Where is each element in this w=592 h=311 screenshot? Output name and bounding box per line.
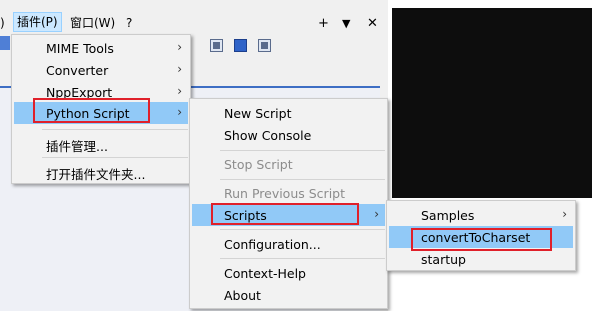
menu-bar: ) 插件(P) 窗口(W) ? xyxy=(0,12,388,33)
menu-item-about[interactable]: About xyxy=(192,284,385,306)
menu-item-label: MIME Tools xyxy=(46,41,114,56)
menu-item-label: Run Previous Script xyxy=(224,186,345,201)
menu-item-label: Show Console xyxy=(224,128,312,143)
menu-window[interactable]: 窗口(W) xyxy=(70,13,115,33)
menu-item-label: 插件管理... xyxy=(46,139,108,154)
menu-separator xyxy=(220,258,385,259)
menu-item-startup[interactable]: startup xyxy=(389,248,573,270)
save-macro-icon[interactable] xyxy=(258,39,271,52)
menu-item-label: startup xyxy=(421,252,466,267)
menu-item-samples[interactable]: Samples › xyxy=(389,204,573,226)
menu-item-label: Configuration... xyxy=(224,237,321,252)
callout-convert-to-charset xyxy=(411,228,552,251)
menu-help[interactable]: ? xyxy=(126,13,132,33)
menu-item-show-console[interactable]: Show Console xyxy=(192,124,385,146)
menu-separator xyxy=(220,229,385,230)
menu-item-converter[interactable]: Converter › xyxy=(14,59,188,81)
menu-item-configuration[interactable]: Configuration... xyxy=(192,233,385,255)
close-button[interactable]: ✕ xyxy=(367,16,378,31)
menu-item-plugin-manager[interactable]: 插件管理... xyxy=(14,132,188,154)
chevron-right-icon: › xyxy=(374,207,379,221)
menu-item-label: About xyxy=(224,288,261,303)
menu-separator xyxy=(220,179,385,180)
dark-panel xyxy=(392,8,592,198)
menu-item-new-script[interactable]: New Script xyxy=(192,102,385,124)
menu-item-mime-tools[interactable]: MIME Tools › xyxy=(14,37,188,59)
menu-item-label: Converter xyxy=(46,63,109,78)
background-window xyxy=(388,0,592,198)
menu-item-context-help[interactable]: Context-Help xyxy=(192,262,385,284)
chevron-right-icon: › xyxy=(177,62,182,76)
chevron-right-icon: › xyxy=(177,40,182,54)
add-tab-button[interactable]: + xyxy=(318,16,329,31)
chevron-right-icon: › xyxy=(177,84,182,98)
menu-separator xyxy=(42,129,188,130)
menu-fragment: ) xyxy=(0,16,5,30)
dropdown-button[interactable]: ▼ xyxy=(342,17,350,30)
chevron-right-icon: › xyxy=(177,105,182,119)
menu-item-open-plugins-folder[interactable]: 打开插件文件夹... xyxy=(14,160,188,182)
menu-separator xyxy=(220,150,385,151)
menu-item-run-previous-script: Run Previous Script xyxy=(192,182,385,204)
menu-item-label: Stop Script xyxy=(224,157,293,172)
menu-separator xyxy=(42,157,188,158)
record-macro-icon[interactable] xyxy=(210,39,223,52)
callout-scripts xyxy=(211,203,359,225)
menu-item-label: 打开插件文件夹... xyxy=(46,167,146,182)
run-macro-icon[interactable] xyxy=(234,39,247,52)
menu-item-label: Samples xyxy=(421,208,475,223)
chevron-right-icon: › xyxy=(562,207,567,221)
menu-item-stop-script: Stop Script xyxy=(192,153,385,175)
menu-plugins[interactable]: 插件(P) xyxy=(13,12,62,32)
callout-python-script xyxy=(33,98,150,123)
menu-item-label: Context-Help xyxy=(224,266,306,281)
menu-item-label: New Script xyxy=(224,106,292,121)
